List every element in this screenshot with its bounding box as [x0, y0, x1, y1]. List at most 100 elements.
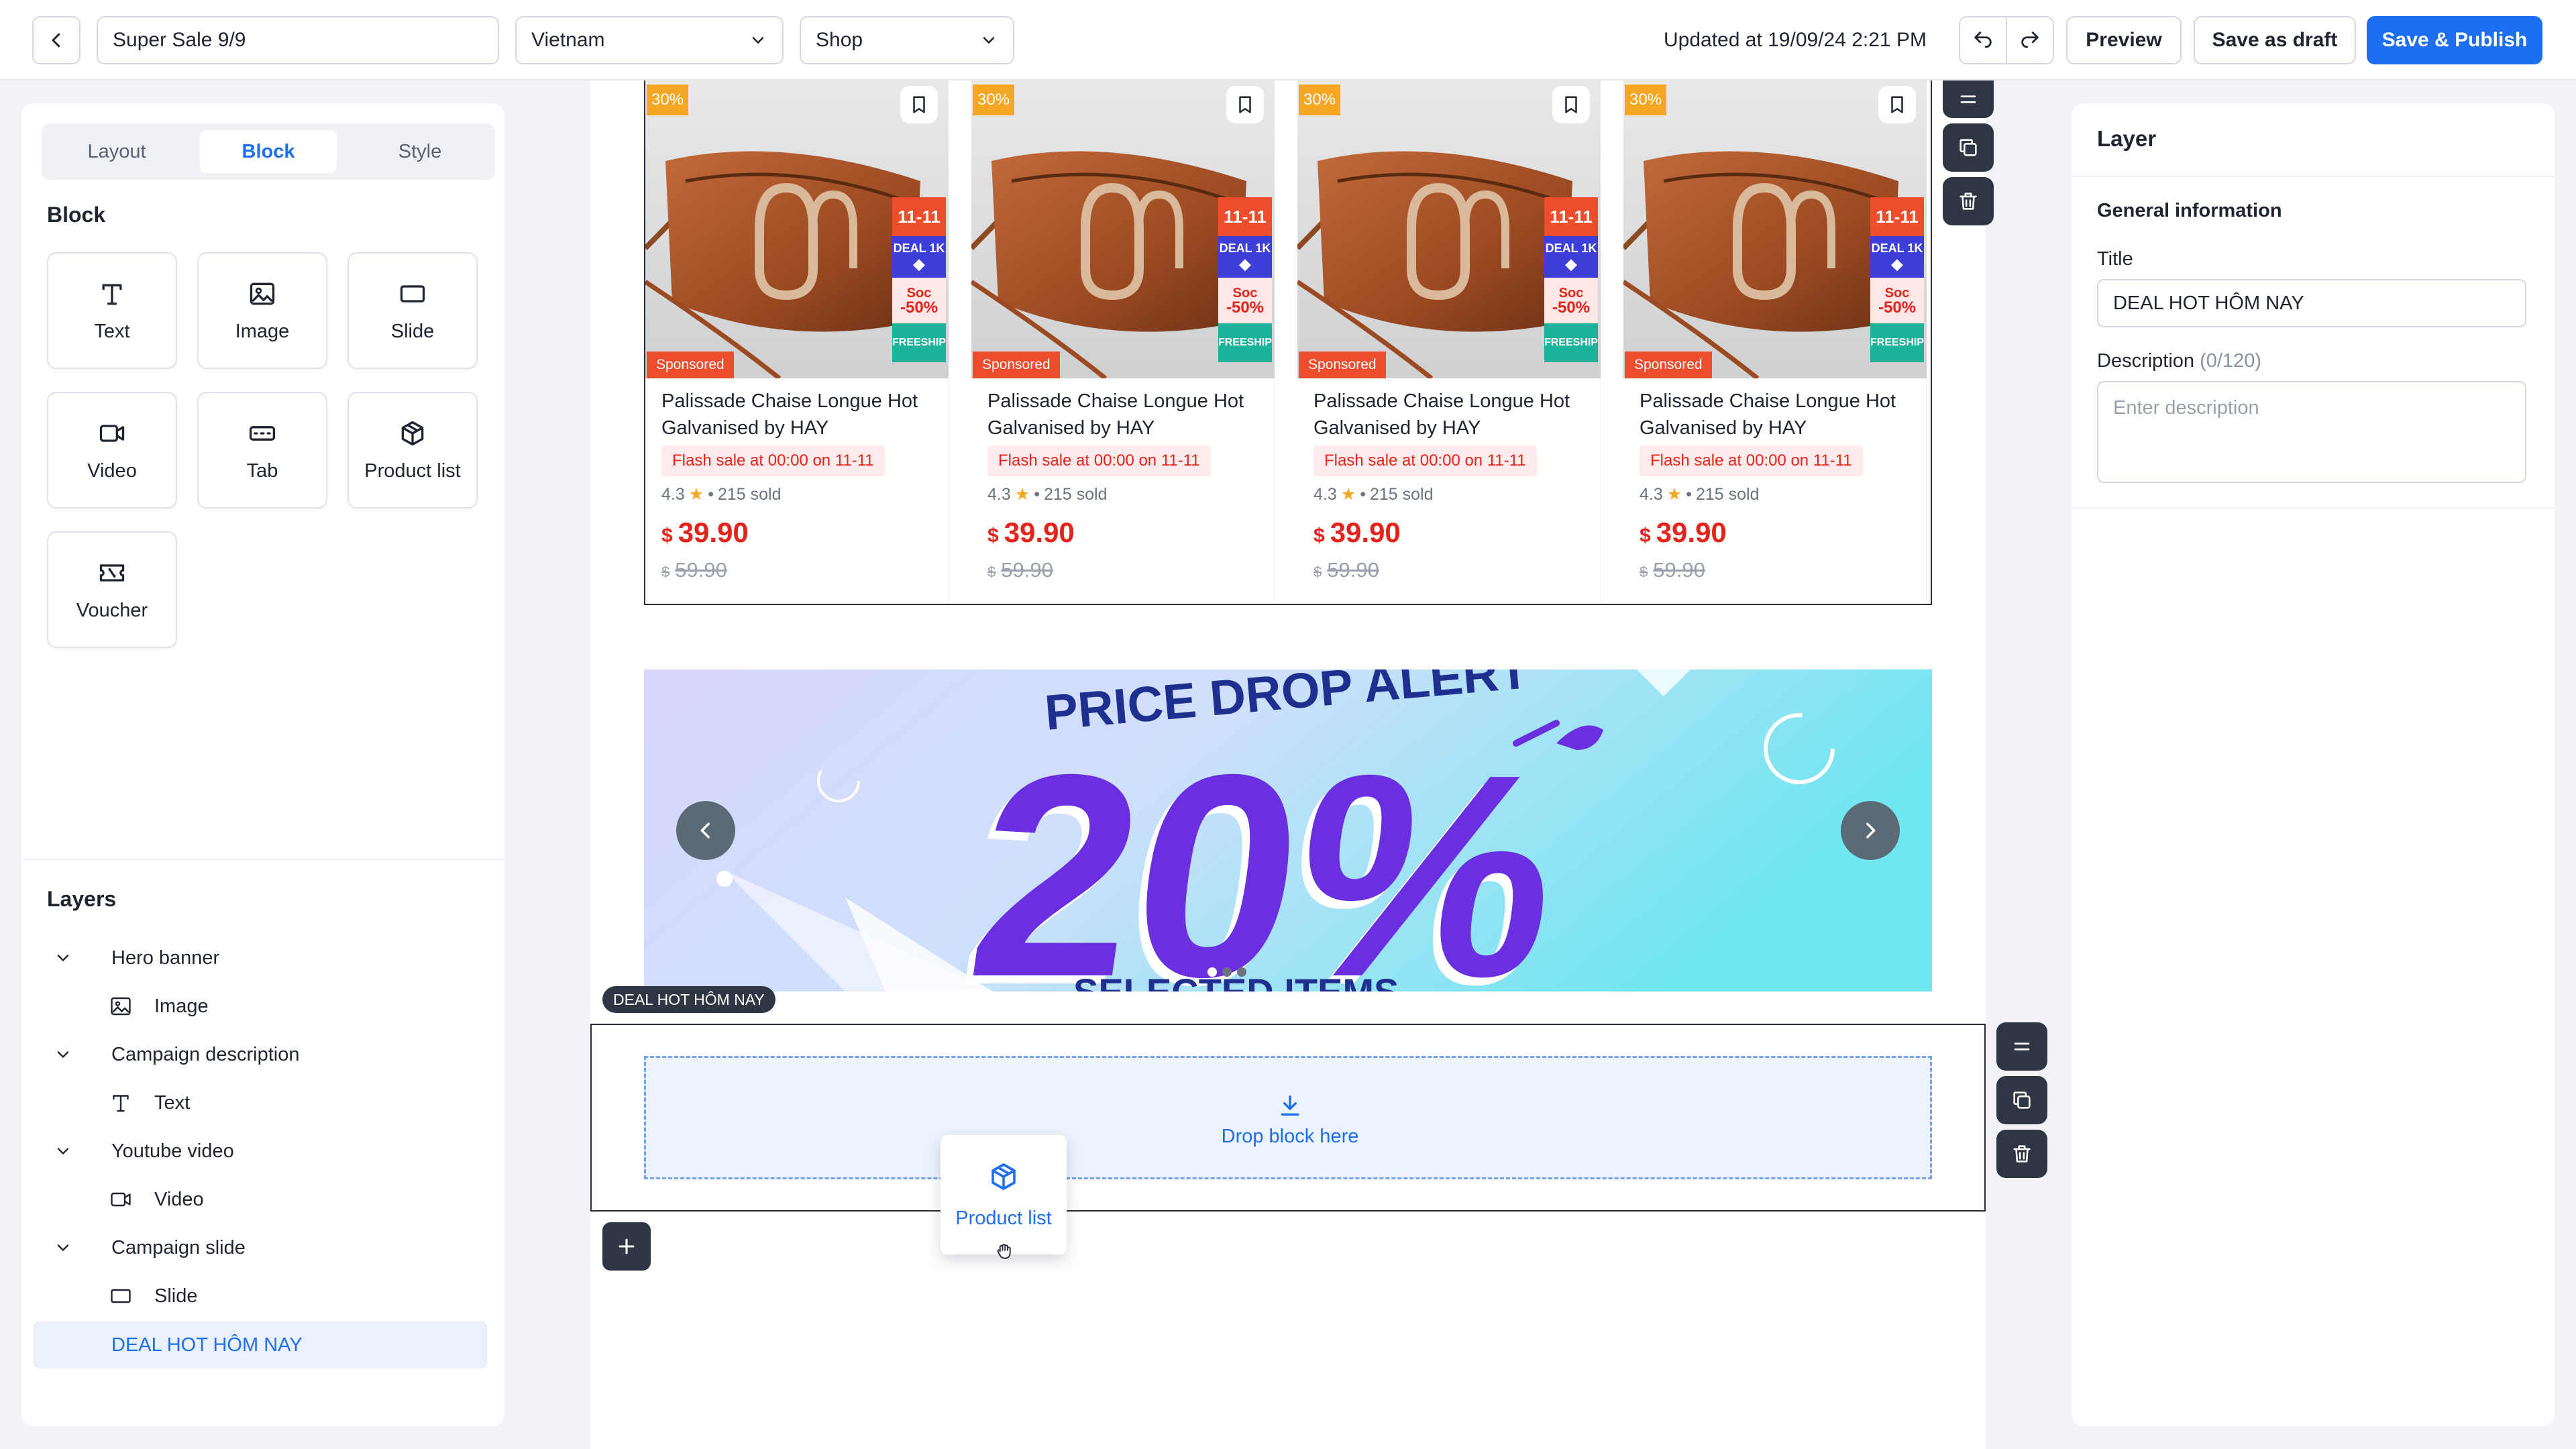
description-textarea[interactable]: Enter description — [2097, 381, 2526, 483]
promo-tags: 11-11 DEAL 1K ◆ Soc -50% FREESHIP — [1544, 197, 1598, 362]
block-voucher[interactable]: Voucher — [47, 531, 177, 648]
product-card[interactable]: 30% 11-11 DEAL 1K ◆ Soc -50% FREESHIP Spon… — [1297, 80, 1601, 604]
product-name[interactable]: Palissade Chaise Longue Hot Galvanised b… — [661, 388, 943, 441]
box-icon — [991, 1163, 1016, 1190]
sale-tag: 11-11 — [1870, 197, 1924, 236]
delete-button[interactable] — [1943, 177, 1994, 225]
product-price: $39.90 — [1313, 517, 1401, 549]
dot-separator: • — [1686, 484, 1692, 504]
product-name[interactable]: Palissade Chaise Longue Hot Galvanised b… — [1313, 388, 1595, 441]
chevron-down-icon[interactable] — [54, 1045, 72, 1064]
preview-button[interactable]: Preview — [2066, 16, 2182, 64]
bookmark-icon — [1891, 96, 1903, 113]
general-info-title: General information — [2097, 200, 2282, 221]
undo-button[interactable] — [1959, 16, 2007, 64]
sponsored-tag: Sponsored — [973, 352, 1060, 378]
title-input[interactable]: DEAL HOT HÔM NAY — [2097, 279, 2526, 327]
layer-slide[interactable]: Slide — [34, 1272, 487, 1320]
save-draft-button[interactable]: Save as draft — [2194, 16, 2356, 64]
sale-tag: 11-11 — [892, 197, 946, 236]
layer-campaign-slide[interactable]: Campaign slide — [34, 1224, 487, 1272]
block-label: Text — [94, 320, 130, 342]
description-char-count: (0/120) — [2200, 350, 2262, 372]
layer-hero-banner[interactable]: Hero banner — [34, 934, 487, 982]
back-button[interactable] — [32, 16, 80, 64]
product-name[interactable]: Palissade Chaise Longue Hot Galvanised b… — [987, 388, 1269, 441]
chevron-down-icon[interactable] — [54, 949, 72, 967]
deal-tag: DEAL 1K ◆ — [1870, 236, 1924, 278]
campaign-name-input[interactable]: Super Sale 9/9 — [97, 16, 499, 64]
download-icon — [1281, 1095, 1299, 1116]
tab-block[interactable]: Block — [200, 130, 337, 173]
block-label: Video — [87, 460, 137, 482]
drop-zone[interactable]: Drop block here — [644, 1056, 1932, 1179]
layer-campaign-description[interactable]: Campaign description — [34, 1030, 487, 1079]
block-slide[interactable]: Slide — [347, 252, 478, 369]
chevron-down-icon[interactable] — [54, 1142, 72, 1161]
sale-tag: 11-11 — [1218, 197, 1272, 236]
soc-tag: Soc -50% — [1218, 278, 1272, 323]
slide-dot[interactable] — [1237, 967, 1246, 977]
dot-separator: • — [1360, 484, 1366, 504]
bookmark-button[interactable] — [900, 86, 938, 123]
freeship-tag: FREESHIP — [1870, 323, 1924, 362]
bookmark-button[interactable] — [1226, 86, 1264, 123]
layer-image[interactable]: Image — [34, 982, 487, 1030]
promo-tags: 11-11 DEAL 1K ◆ Soc -50% FREESHIP — [1870, 197, 1924, 362]
bookmark-icon — [1239, 96, 1251, 113]
country-select[interactable]: Vietnam — [515, 16, 784, 64]
tag-icon: ◆ — [913, 255, 925, 272]
layer-youtube-video[interactable]: Youtube video — [34, 1127, 487, 1175]
save-publish-button[interactable]: Save & Publish — [2367, 16, 2542, 64]
block-image[interactable]: Image — [197, 252, 327, 369]
slide-dot[interactable] — [1208, 967, 1217, 977]
product-list-block[interactable]: 30% 11-11 DEAL 1K ◆ Soc -50% FREESHIP Spon… — [644, 80, 1932, 605]
campaign-slide-banner[interactable]: PRICE DROP ALERT 20% 20% SELECTED ITEMS — [644, 669, 1932, 991]
dragging-product-list-block[interactable]: Product list — [941, 1135, 1067, 1259]
move-handle-button[interactable] — [1943, 80, 1994, 118]
star-icon: ★ — [1340, 485, 1356, 504]
freeship-tag: FREESHIP — [1218, 323, 1272, 362]
bookmark-button[interactable] — [1878, 86, 1916, 123]
tab-style[interactable]: Style — [352, 130, 488, 173]
product-old-price: $59.90 — [1640, 558, 1705, 582]
block-text[interactable]: Text — [47, 252, 177, 369]
price-value: 39.90 — [1656, 517, 1727, 548]
bookmark-button[interactable] — [1552, 86, 1590, 123]
sold-count: 215 sold — [1043, 484, 1108, 504]
duplicate-button[interactable] — [1943, 123, 1994, 172]
channel-select[interactable]: Shop — [800, 16, 1014, 64]
drag-card-label: Product list — [955, 1207, 1052, 1229]
plus-icon — [619, 1238, 635, 1254]
product-card[interactable]: 30% 11-11 DEAL 1K ◆ Soc -50% FREESHIP Spon… — [971, 80, 1275, 604]
layer-video[interactable]: Video — [34, 1175, 487, 1224]
sponsored-tag: Sponsored — [647, 352, 734, 378]
slide-prev-button[interactable] — [676, 801, 735, 860]
block-product-list[interactable]: Product list — [347, 392, 478, 508]
redo-button[interactable] — [2006, 16, 2054, 64]
block-tab[interactable]: Tab — [197, 392, 327, 508]
block-video[interactable]: Video — [47, 392, 177, 508]
add-block-button[interactable] — [602, 1222, 651, 1271]
old-price-currency: $ — [1313, 564, 1322, 580]
move-handle-button[interactable] — [1996, 1022, 2047, 1071]
soc-tag-percent: -50% — [900, 299, 938, 317]
tab-layout[interactable]: Layout — [48, 130, 185, 173]
deal-tag: DEAL 1K ◆ — [1218, 236, 1272, 278]
product-card[interactable]: 30% 11-11 DEAL 1K ◆ Soc -50% FREESHIP Spon… — [645, 80, 949, 604]
layer-label: DEAL HOT HÔM NAY — [111, 1334, 303, 1356]
slide-next-button[interactable] — [1841, 801, 1900, 860]
slide-dot[interactable] — [1222, 967, 1232, 977]
deal-hot-section[interactable]: Drop block here — [590, 1024, 1986, 1212]
panel-divider — [21, 859, 504, 860]
delete-button[interactable] — [1996, 1130, 2047, 1178]
voucher-icon — [99, 564, 125, 582]
duplicate-button[interactable] — [1996, 1076, 2047, 1124]
layer-text[interactable]: Text — [34, 1079, 487, 1127]
layer-label: Image — [154, 995, 209, 1017]
chevron-down-icon[interactable] — [54, 1238, 72, 1257]
layer-deal-hot[interactable]: DEAL HOT HÔM NAY — [34, 1322, 487, 1368]
product-name[interactable]: Palissade Chaise Longue Hot Galvanised b… — [1640, 388, 1921, 441]
product-card[interactable]: 30% 11-11 DEAL 1K ◆ Soc -50% FREESHIP Spon… — [1623, 80, 1927, 604]
rating-value: 4.3 — [987, 484, 1011, 504]
